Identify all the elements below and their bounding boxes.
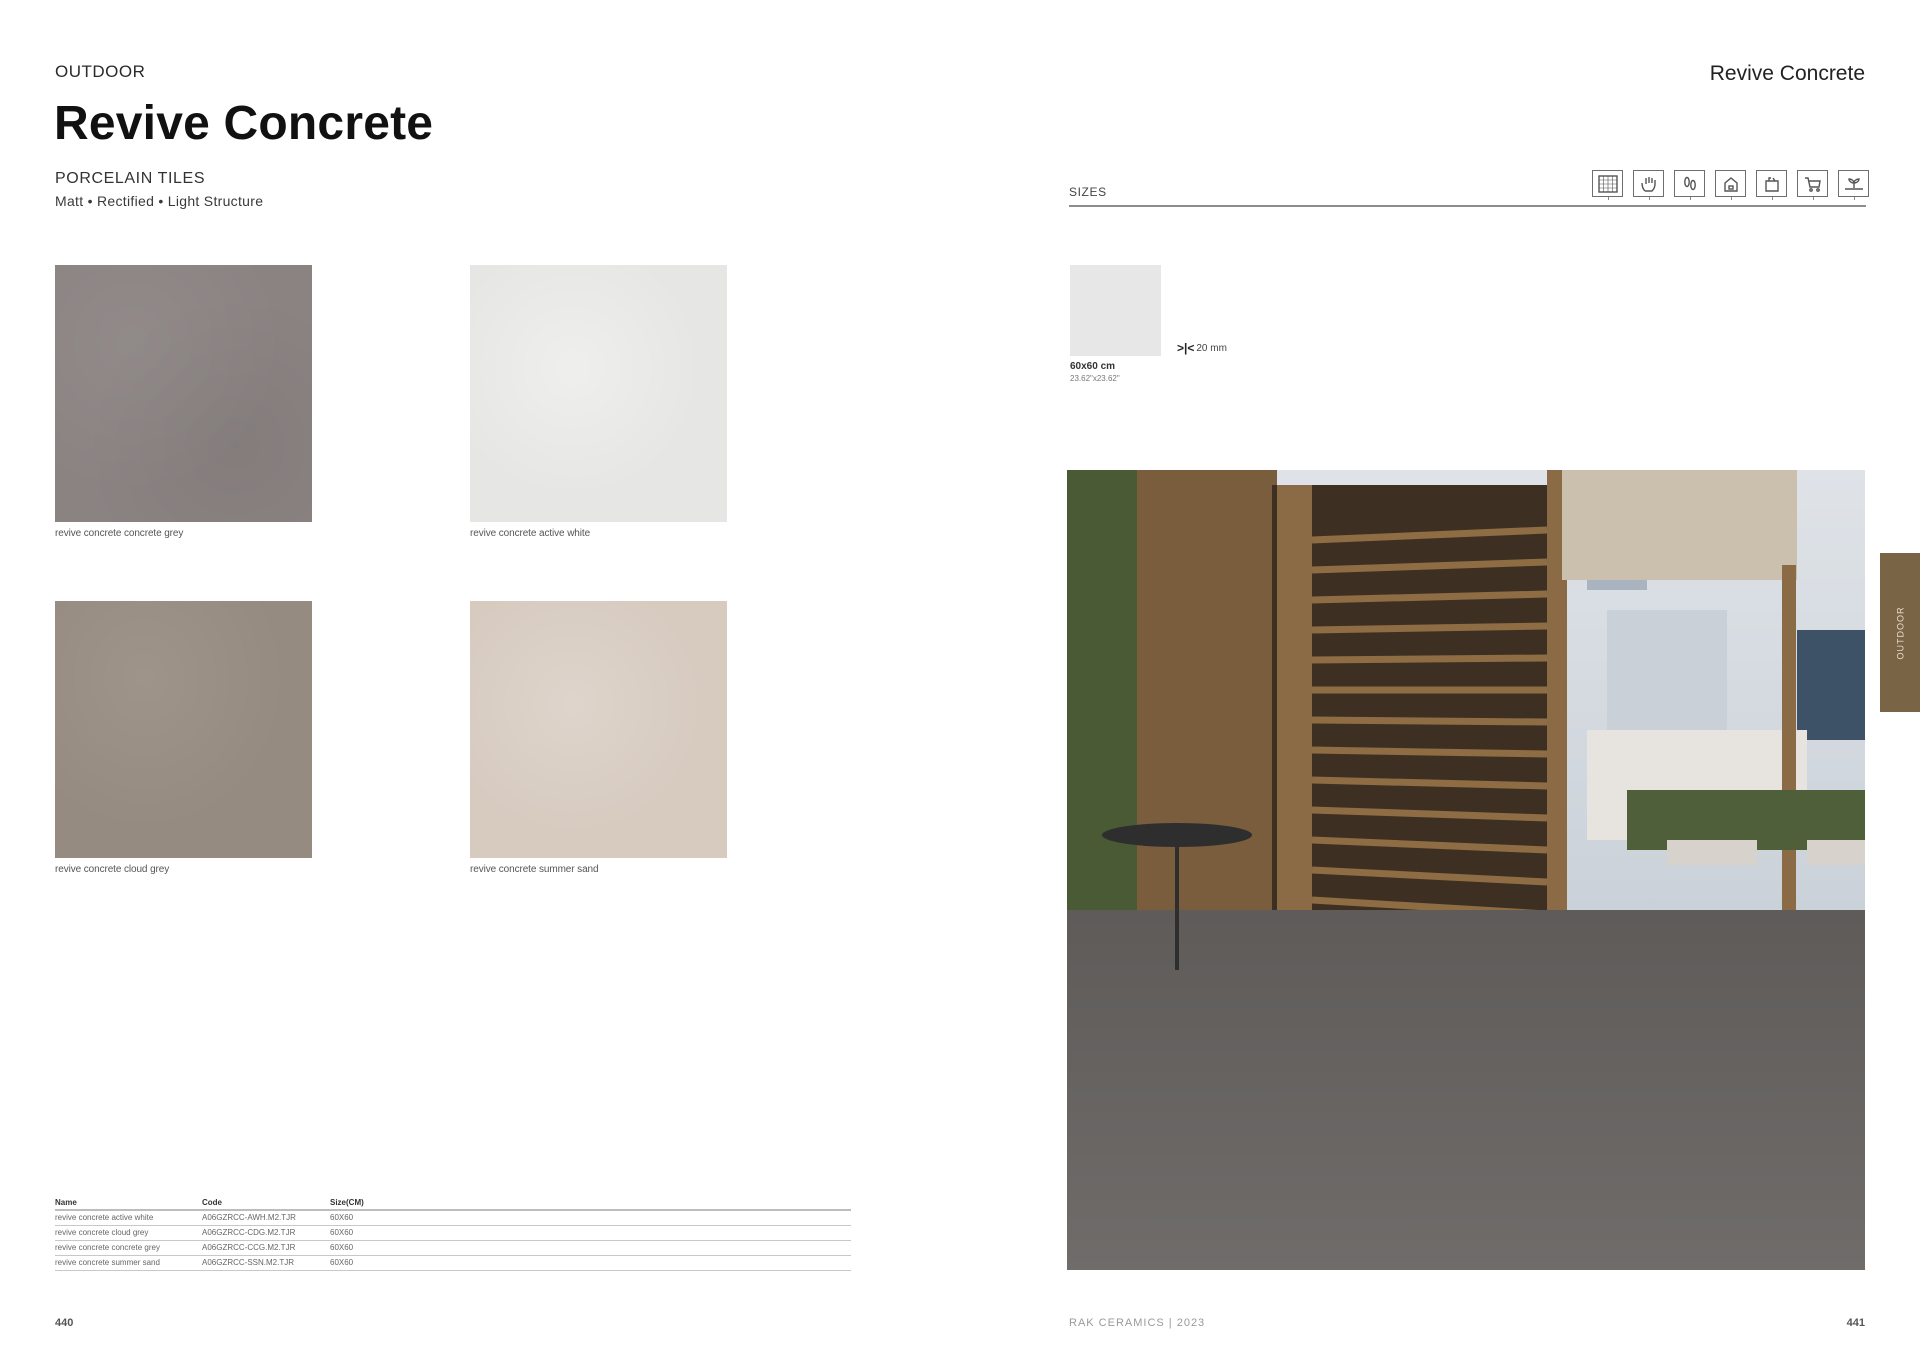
sizes-divider <box>1069 205 1866 207</box>
cell-name: revive concrete concrete grey <box>55 1240 202 1256</box>
house-icon <box>1715 170 1746 200</box>
tile-caption: revive concrete active white <box>470 528 591 539</box>
cell-size: 60X60 <box>330 1210 851 1226</box>
table-row: revive concrete cloud grey A06GZRCC-CDG.… <box>55 1225 851 1241</box>
cell-code: A06GZRCC-AWH.M2.TJR <box>202 1210 330 1226</box>
cell-code: A06GZRCC-SSN.M2.TJR <box>202 1255 330 1271</box>
usage-icons <box>1592 170 1869 200</box>
running-head: Revive Concrete <box>1709 62 1865 85</box>
footprints-icon <box>1674 170 1705 200</box>
page-number-left: 440 <box>55 1317 74 1329</box>
column-header-code: Code <box>202 1197 330 1211</box>
sizes-label: SIZES <box>1069 185 1107 199</box>
page-title: Revive Concrete <box>54 97 434 150</box>
tile-caption: revive concrete concrete grey <box>55 528 184 539</box>
tile-swatch-active-white <box>470 265 727 522</box>
thickness-info: >|< 20 mm <box>1177 341 1227 355</box>
section-label: OUTDOOR <box>55 62 146 81</box>
thickness-value: 20 mm <box>1196 342 1227 354</box>
terrace-scene-illustration <box>1067 470 1865 1270</box>
cell-name: revive concrete active white <box>55 1210 202 1226</box>
column-header-size: Size(CM) <box>330 1197 851 1211</box>
hand-icon <box>1633 170 1664 200</box>
tile-caption: revive concrete summer sand <box>470 864 599 875</box>
size-swatch <box>1070 265 1161 356</box>
tile-grid-icon <box>1592 170 1623 200</box>
footer-brand: RAK CERAMICS | 2023 <box>1069 1317 1206 1329</box>
size-label-inches: 23.62"x23.62" <box>1070 374 1120 383</box>
cell-name: revive concrete cloud grey <box>55 1225 202 1241</box>
tile-swatch-cloud-grey <box>55 601 312 858</box>
column-header-name: Name <box>55 1197 202 1211</box>
ambience-photo <box>1067 470 1865 1270</box>
cell-size: 60X60 <box>330 1240 851 1256</box>
product-features: Matt • Rectified • Light Structure <box>55 193 264 209</box>
product-type: PORCELAIN TILES <box>55 170 206 187</box>
section-side-tab[interactable]: OUTDOOR <box>1880 553 1920 712</box>
page-number-right: 441 <box>1846 1317 1865 1329</box>
table-header-row: Name Code Size(CM) <box>55 1197 851 1211</box>
table-row: revive concrete summer sand A06GZRCC-SSN… <box>55 1255 851 1271</box>
side-tab-label: OUTDOOR <box>1895 606 1905 659</box>
outdoor-plant-icon <box>1838 170 1869 200</box>
cell-size: 60X60 <box>330 1255 851 1271</box>
shopping-bag-icon <box>1756 170 1787 200</box>
cell-code: A06GZRCC-CCG.M2.TJR <box>202 1240 330 1256</box>
shopping-cart-icon <box>1797 170 1828 200</box>
spec-table: Name Code Size(CM) revive concrete activ… <box>55 1197 851 1271</box>
tile-swatch-summer-sand <box>470 601 727 858</box>
thickness-icon: >|< <box>1177 341 1195 355</box>
size-label-cm: 60x60 cm <box>1070 361 1116 372</box>
tile-swatch-concrete-grey <box>55 265 312 522</box>
cell-size: 60X60 <box>330 1225 851 1241</box>
table-row: revive concrete active white A06GZRCC-AW… <box>55 1210 851 1226</box>
cell-code: A06GZRCC-CDG.M2.TJR <box>202 1225 330 1241</box>
cell-name: revive concrete summer sand <box>55 1255 202 1271</box>
tile-caption: revive concrete cloud grey <box>55 864 170 875</box>
table-row: revive concrete concrete grey A06GZRCC-C… <box>55 1240 851 1256</box>
